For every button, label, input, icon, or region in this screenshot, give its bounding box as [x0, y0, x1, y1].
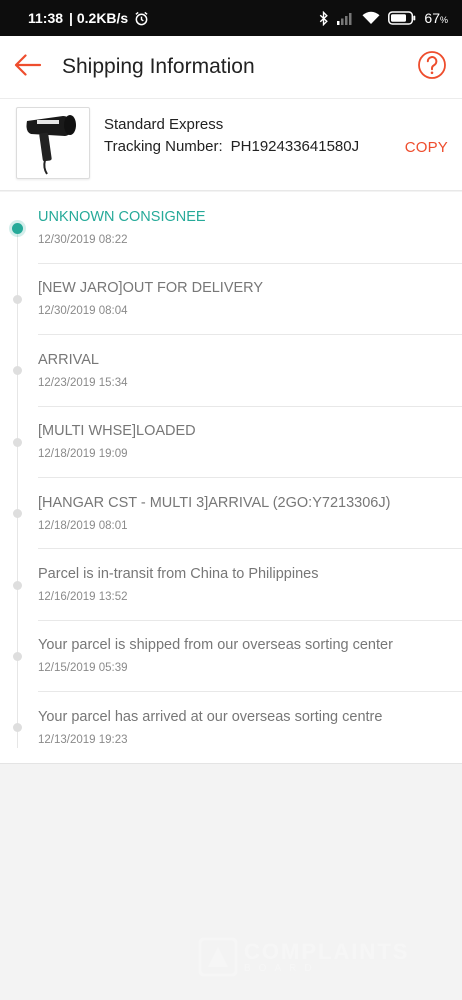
tracking-label: Tracking Number: — [104, 138, 223, 155]
timeline-dot — [13, 294, 22, 304]
watermark-line1: COMPLAINTS — [244, 938, 410, 964]
tracking-row: Tracking Number: PH192433641580J — [104, 138, 359, 155]
timeline-item: ARRIVAL 12/23/2019 15:34 — [0, 335, 462, 407]
shipment-card: Standard Express Tracking Number: PH1924… — [0, 98, 462, 191]
timeline-event-title: ARRIVAL — [38, 351, 99, 368]
watermark-line2: BOARD — [244, 962, 320, 974]
battery-unit: % — [439, 15, 448, 25]
timeline-item: [HANGAR CST - MULTI 3]ARRIVAL (2GO:Y7213… — [0, 478, 462, 550]
question-circle-icon — [417, 50, 447, 85]
timeline-dot — [13, 723, 22, 733]
tracking-timeline: UNKNOWN CONSIGNEE 12/30/2019 08:22 [NEW JA… — [0, 192, 462, 764]
timeline-event-time: 12/16/2019 13:52 — [38, 591, 128, 603]
product-thumbnail — [16, 107, 90, 179]
status-time: 11:38 — [28, 10, 64, 26]
hair-dryer-image — [26, 115, 76, 175]
timeline-item: Your parcel is shipped from our overseas… — [0, 620, 462, 693]
timeline-item: Parcel is in-transit from China to Phili… — [0, 549, 462, 621]
arrow-left-icon — [14, 53, 42, 81]
timeline-item: [MULTI WHSE]LOADED 12/18/2019 19:09 — [0, 406, 462, 479]
timeline-dot — [13, 366, 22, 376]
status-bar: 11:38 | 0.2KB/s 67% — [0, 0, 462, 36]
timeline-event-time: 12/30/2019 08:22 — [38, 234, 128, 246]
app-bar: Shipping Information — [0, 36, 462, 98]
timeline-item: UNKNOWN CONSIGNEE 12/30/2019 08:22 — [0, 192, 462, 264]
timeline-dot-active — [12, 222, 23, 234]
timeline-dot — [13, 651, 22, 661]
help-button[interactable] — [402, 36, 462, 98]
bluetooth-icon — [319, 10, 329, 26]
timeline-event-time: 12/30/2019 08:04 — [38, 305, 128, 318]
timeline-event-title: [NEW JARO]OUT FOR DELIVERY — [38, 280, 264, 297]
tracking-number: PH192433641580J — [230, 138, 360, 155]
timeline-event-title: Parcel is in-transit from China to Phili… — [38, 566, 319, 582]
timeline-dot — [13, 437, 22, 447]
timeline-dot — [13, 509, 22, 519]
timeline-event-time: 12/18/2019 08:01 — [38, 519, 128, 532]
status-right: 67% — [319, 10, 448, 26]
shipping-method: Standard Express — [104, 116, 224, 133]
watermark: COMPLAINTS BOARD — [198, 935, 418, 979]
back-button[interactable] — [0, 36, 58, 98]
timeline-event-title: [MULTI WHSE]LOADED — [38, 423, 196, 440]
timeline-item: [NEW JARO]OUT FOR DELIVERY 12/30/2019 08:… — [0, 263, 462, 336]
timeline-item: Your parcel has arrived at our overseas … — [0, 692, 462, 763]
status-left: 11:38 | 0.2KB/s — [28, 10, 149, 26]
timeline-event-time: 12/23/2019 15:34 — [38, 376, 128, 389]
wifi-icon — [362, 11, 380, 25]
alarm-icon — [134, 11, 149, 26]
timeline-event-time: 12/13/2019 19:23 — [38, 733, 128, 746]
signal-icon — [337, 11, 354, 25]
timeline-event-time: 12/18/2019 19:09 — [38, 448, 128, 461]
timeline-event-title: [HANGAR CST - MULTI 3]ARRIVAL (2GO:Y7213… — [38, 494, 391, 511]
timeline-event-title: Your parcel is shipped from our overseas… — [38, 637, 393, 654]
page-title: Shipping Information — [62, 55, 255, 78]
watermark-logo-icon — [198, 937, 238, 977]
battery-level: 67% — [424, 10, 448, 26]
timeline-event-title: Your parcel has arrived at our overseas … — [38, 708, 383, 725]
timeline-dot — [13, 580, 22, 590]
status-net-speed: | 0.2KB/s — [69, 10, 129, 26]
battery-icon — [388, 11, 416, 25]
timeline-event-title: UNKNOWN CONSIGNEE — [38, 209, 206, 225]
timeline-event-time: 12/15/2019 05:39 — [38, 662, 128, 675]
copy-button[interactable]: COPY — [405, 139, 448, 156]
